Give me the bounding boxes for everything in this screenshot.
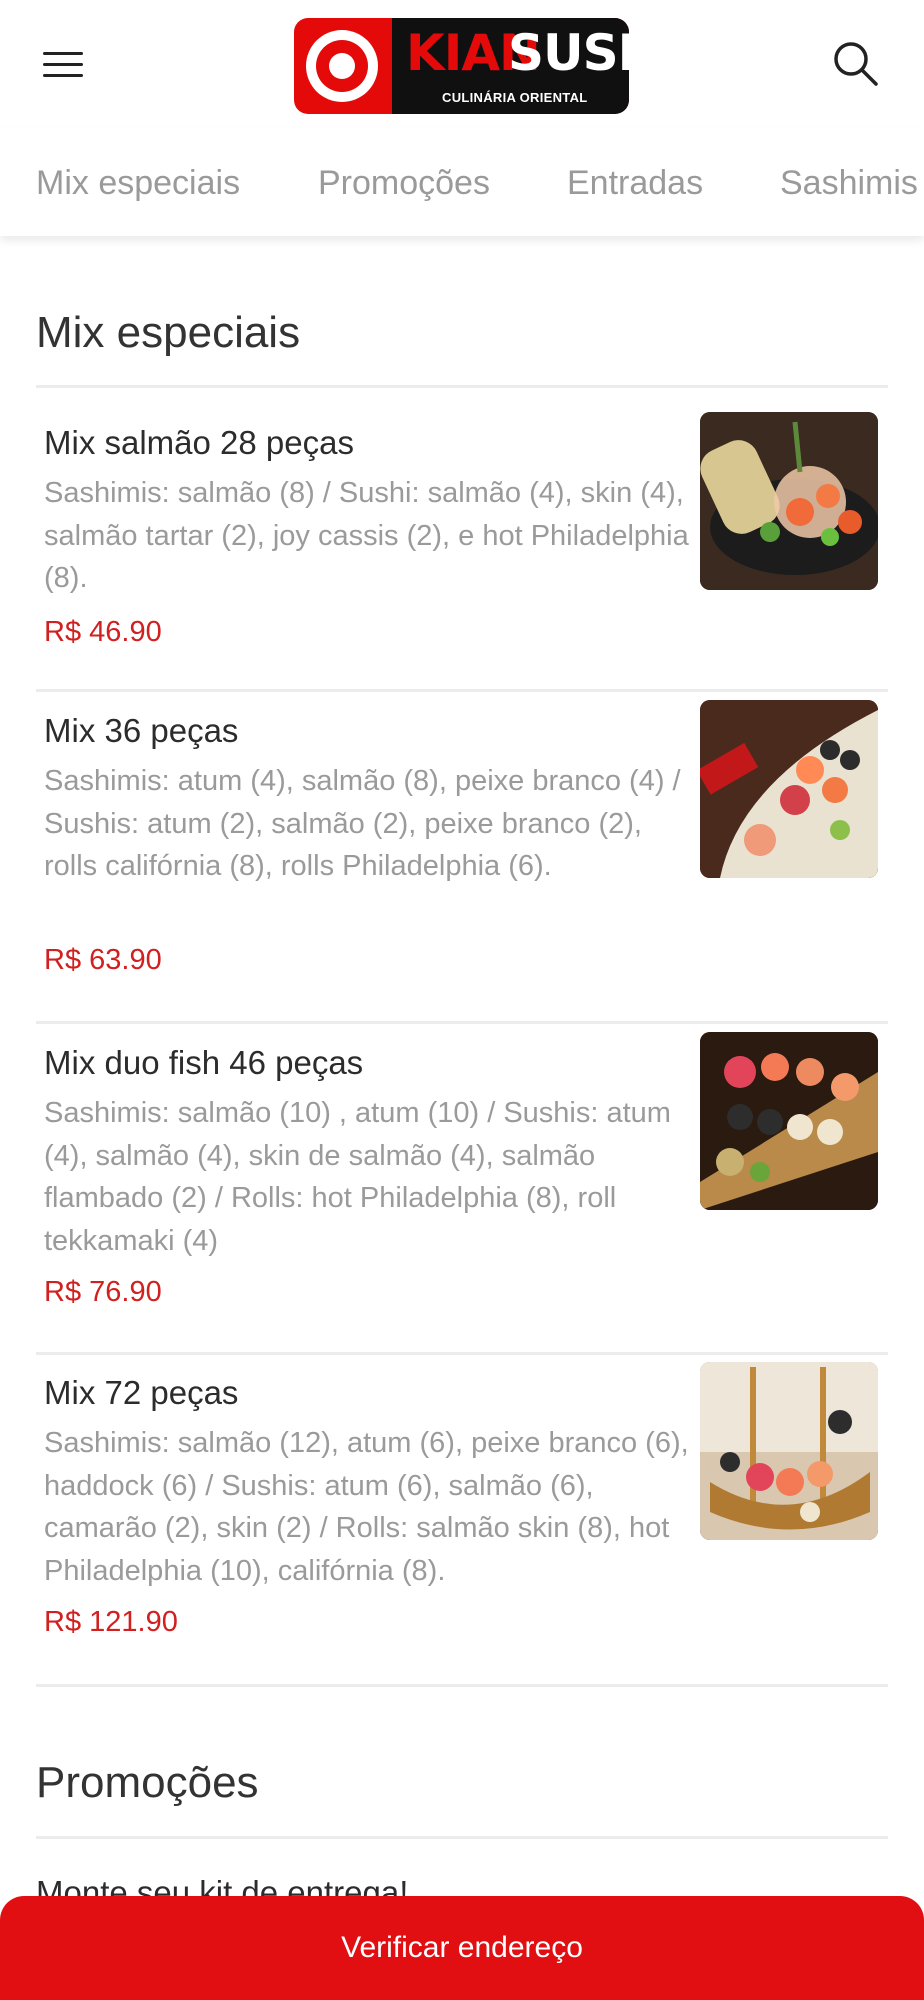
verify-address-button[interactable]: Verificar endereço xyxy=(0,1896,924,2000)
item-photo xyxy=(700,700,878,878)
tab-promocoes[interactable]: Promoções xyxy=(318,164,490,203)
section-divider xyxy=(36,1836,888,1839)
item-price: R$ 63.90 xyxy=(44,944,162,976)
item-name: Mix duo fish 46 peças xyxy=(44,1044,364,1081)
menu-icon[interactable] xyxy=(36,40,90,90)
item-photo xyxy=(700,1362,878,1540)
item-name: Mix 72 peças xyxy=(44,1374,239,1411)
category-tabs: Mix especiais Promoções Entradas Sashimi… xyxy=(0,128,924,236)
item-divider xyxy=(36,1021,888,1024)
menu-item[interactable]: Mix 72 peças Sashimis: salmão (12), atum… xyxy=(36,1362,888,1680)
menu-item[interactable]: Mix 36 peças Sashimis: atum (4), salmão … xyxy=(36,700,888,1018)
item-description: Sashimis: salmão (12), atum (6), peixe b… xyxy=(44,1427,689,1587)
item-name: Mix 36 peças xyxy=(44,712,239,749)
section-divider xyxy=(36,1684,888,1687)
item-photo xyxy=(700,1032,878,1210)
app-header: KIAN SUSHI CULINÁRIA ORIENTAL xyxy=(0,0,924,128)
item-description: Sashimis: atum (4), salmão (8), peixe br… xyxy=(44,765,681,882)
section-title-promocoes: Promoções xyxy=(36,1758,259,1807)
menu-item[interactable]: Mix duo fish 46 peças Sashimis: salmão (… xyxy=(36,1032,888,1350)
item-divider xyxy=(36,689,888,692)
menu-item[interactable]: Mix salmão 28 peças Sashimis: salmão (8)… xyxy=(36,412,888,686)
item-name: Mix salmão 28 peças xyxy=(44,424,354,461)
search-icon[interactable] xyxy=(830,38,882,90)
item-price: R$ 46.90 xyxy=(44,616,162,648)
item-price: R$ 76.90 xyxy=(44,1276,162,1308)
item-description: Sashimis: salmão (8) / Sushi: salmão (4)… xyxy=(44,477,689,594)
tab-mix-especiais[interactable]: Mix especiais xyxy=(36,164,240,203)
item-divider xyxy=(36,1352,888,1355)
section-title-mix-especiais: Mix especiais xyxy=(36,308,301,357)
tab-sashimis[interactable]: Sashimis xyxy=(780,164,918,203)
section-divider xyxy=(36,385,888,388)
item-price: R$ 121.90 xyxy=(44,1606,178,1638)
item-photo xyxy=(700,412,878,590)
kiansushi-logo[interactable]: KIAN SUSHI CULINÁRIA ORIENTAL xyxy=(294,18,629,114)
item-description: Sashimis: salmão (10) , atum (10) / Sush… xyxy=(44,1097,671,1257)
tab-entradas[interactable]: Entradas xyxy=(567,164,703,203)
